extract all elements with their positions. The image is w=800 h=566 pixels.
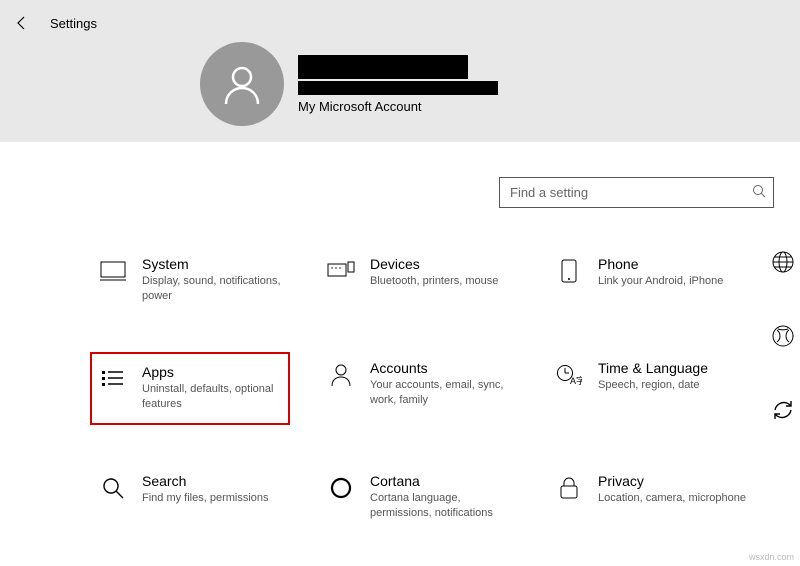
tile-title: Accounts <box>370 360 520 376</box>
tile-search[interactable]: Search Find my files, permissions <box>92 467 320 527</box>
tile-desc: Location, camera, microphone <box>598 491 746 506</box>
avatar <box>200 42 284 126</box>
tile-title: Devices <box>370 256 498 272</box>
cortana-icon <box>326 473 356 503</box>
time-language-icon: A字 <box>554 360 584 390</box>
tile-phone[interactable]: Phone Link your Android, iPhone <box>548 250 776 310</box>
phone-icon <box>554 256 584 286</box>
settings-grid: System Display, sound, notifications, po… <box>92 250 776 527</box>
search-tile-icon <box>98 473 128 503</box>
redacted-user-name <box>298 55 468 79</box>
tile-title: Apps <box>142 364 282 380</box>
page-title: Settings <box>50 16 97 31</box>
tile-system[interactable]: System Display, sound, notifications, po… <box>92 250 320 310</box>
tile-desc: Uninstall, defaults, optional features <box>142 382 282 412</box>
tile-privacy[interactable]: Privacy Location, camera, microphone <box>548 467 776 527</box>
tile-desc: Your accounts, email, sync, work, family <box>370 378 520 408</box>
svg-text:A字: A字 <box>570 375 582 386</box>
system-icon <box>98 256 128 286</box>
tile-desc: Display, sound, notifications, power <box>142 274 292 304</box>
tile-desc: Link your Android, iPhone <box>598 274 723 289</box>
tile-time-language[interactable]: A字 Time & Language Speech, region, date <box>548 354 776 424</box>
tile-apps[interactable]: Apps Uninstall, defaults, optional featu… <box>90 352 290 426</box>
globe-icon[interactable] <box>771 250 795 274</box>
xbox-icon[interactable] <box>771 324 795 348</box>
search-icon <box>752 184 766 201</box>
watermark: wsxdn.com <box>749 552 794 562</box>
search-container <box>499 177 774 208</box>
right-edge-icons <box>766 250 800 422</box>
tile-title: System <box>142 256 292 272</box>
tile-title: Privacy <box>598 473 746 489</box>
tile-desc: Cortana language, permissions, notificat… <box>370 491 520 521</box>
sync-icon[interactable] <box>771 398 795 422</box>
tile-desc: Bluetooth, printers, mouse <box>370 274 498 289</box>
tile-desc: Find my files, permissions <box>142 491 269 506</box>
search-input[interactable] <box>499 177 774 208</box>
apps-icon <box>98 364 128 394</box>
profile-block: My Microsoft Account <box>200 42 498 126</box>
tile-devices[interactable]: Devices Bluetooth, printers, mouse <box>320 250 548 310</box>
accounts-icon <box>326 360 356 390</box>
header-banner: Settings My Microsoft Account <box>0 0 800 142</box>
tile-title: Time & Language <box>598 360 708 376</box>
tile-title: Search <box>142 473 269 489</box>
tile-cortana[interactable]: Cortana Cortana language, permissions, n… <box>320 467 548 527</box>
back-button[interactable] <box>14 15 30 31</box>
redacted-user-email <box>298 81 498 95</box>
my-microsoft-account-link[interactable]: My Microsoft Account <box>298 99 498 114</box>
tile-title: Phone <box>598 256 723 272</box>
tile-desc: Speech, region, date <box>598 378 708 393</box>
tile-accounts[interactable]: Accounts Your accounts, email, sync, wor… <box>320 354 548 424</box>
privacy-icon <box>554 473 584 503</box>
tile-title: Cortana <box>370 473 520 489</box>
devices-icon <box>326 256 356 286</box>
